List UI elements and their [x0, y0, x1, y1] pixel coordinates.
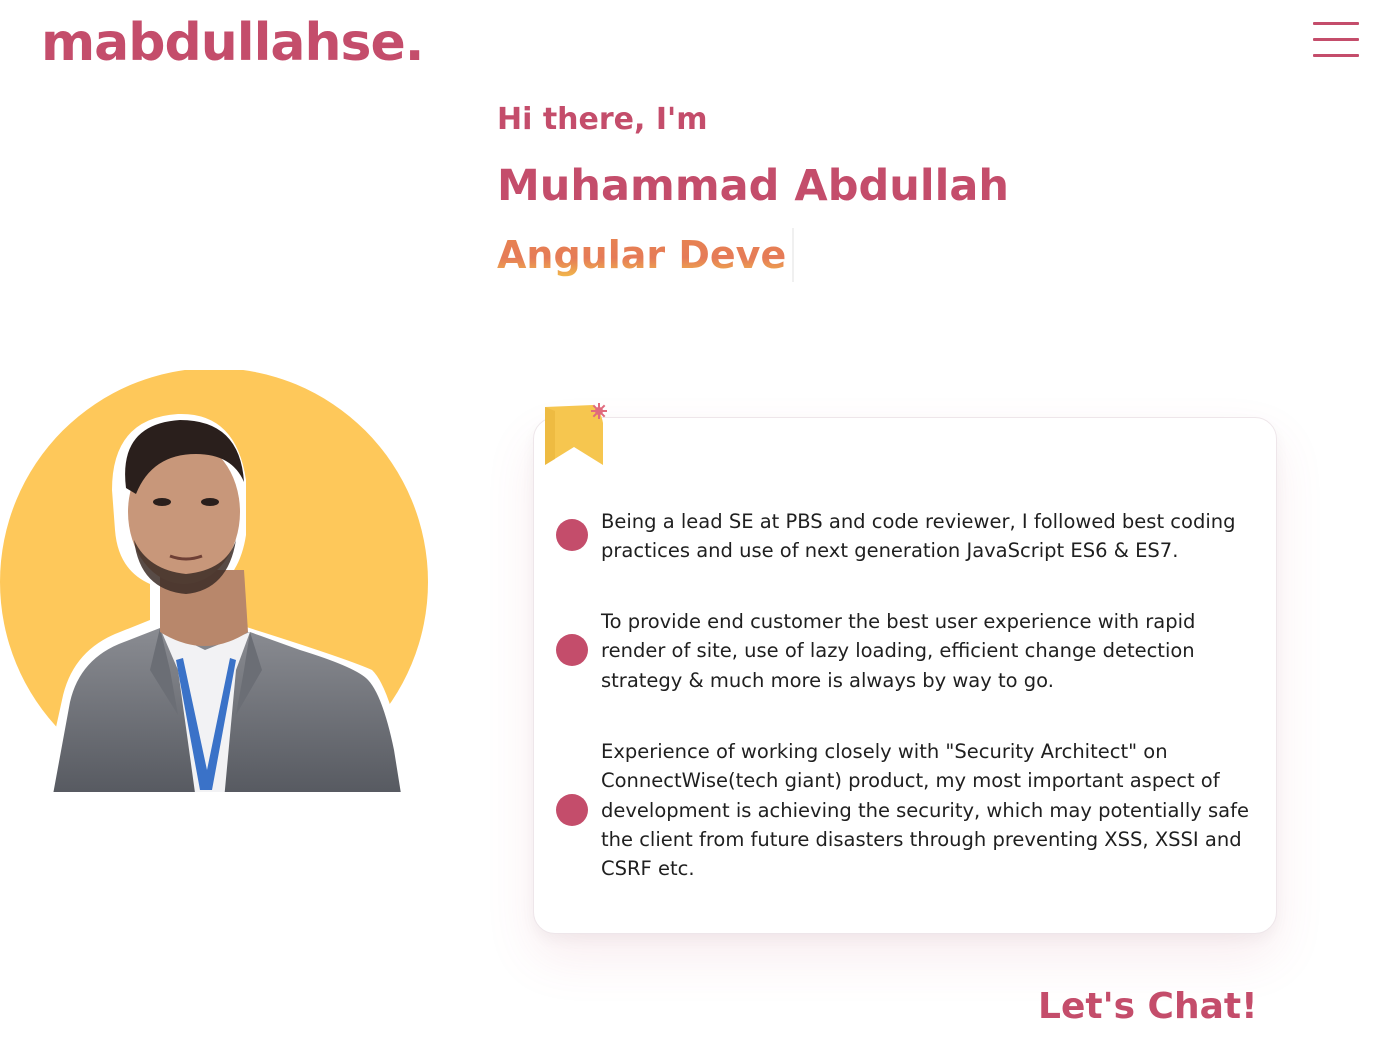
experience-point: Experience of working closely with "Secu… [601, 740, 1249, 881]
menu-bar [1313, 38, 1359, 41]
hamburger-menu-icon[interactable] [1313, 22, 1359, 60]
hero-name: Muhammad Abdullah [497, 161, 1009, 211]
menu-bar [1313, 54, 1359, 57]
profile-photo [0, 370, 428, 792]
lets-chat-link[interactable]: Let's Chat! [1038, 982, 1258, 1032]
portfolio-page: mabdullahse. Hi there, I'm Muhammad Abdu… [0, 0, 1400, 1050]
bullet-dot [556, 794, 588, 826]
bullet-dot [556, 634, 588, 666]
typed-role-text: Angular Deve [497, 228, 795, 282]
bullet-dot [556, 519, 588, 551]
greeting-text: Hi there, I'm [497, 102, 708, 137]
experience-point: Being a lead SE at PBS and code reviewer… [601, 510, 1236, 563]
menu-bar [1313, 22, 1359, 25]
bookmark-icon [545, 403, 607, 465]
site-logo[interactable]: mabdullahse. [41, 8, 424, 78]
experience-point: To provide end customer the best user ex… [601, 610, 1196, 692]
